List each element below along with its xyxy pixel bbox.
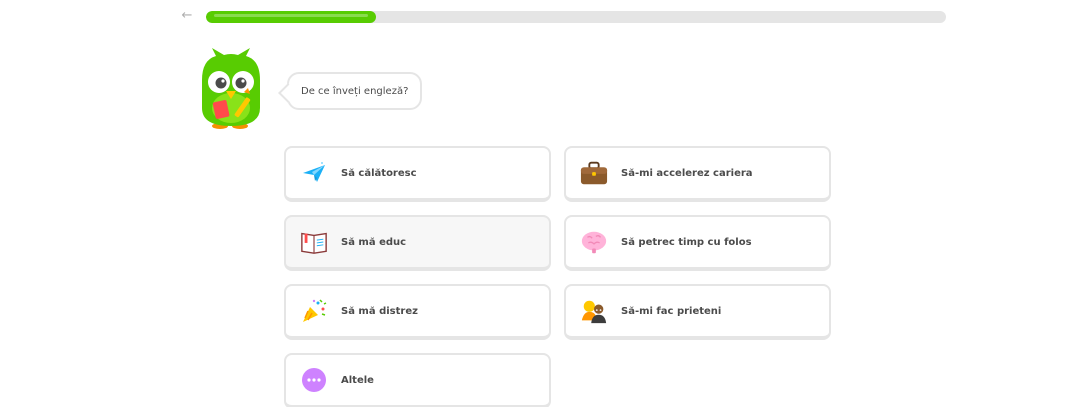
option-fun[interactable]: Să mă distrez xyxy=(284,284,551,340)
book-icon xyxy=(300,228,328,256)
option-brain[interactable]: Să petrec timp cu folos xyxy=(564,215,831,271)
option-label: Să mă educ xyxy=(341,236,407,248)
option-career[interactable]: Să-mi accelerez cariera xyxy=(564,146,831,202)
answer-options: Să călătoresc Să-mi accelerez cariera Să… xyxy=(284,146,832,407)
speech-bubble: De ce înveți engleză? xyxy=(287,72,423,110)
airplane-icon xyxy=(300,159,328,187)
friends-icon xyxy=(580,297,608,325)
briefcase-icon xyxy=(580,159,608,187)
option-education[interactable]: Să mă educ xyxy=(284,215,551,271)
option-label: Să-mi accelerez cariera xyxy=(621,167,753,179)
option-label: Să mă distrez xyxy=(341,305,418,317)
option-other[interactable]: Altele xyxy=(284,353,551,407)
more-icon xyxy=(300,366,328,394)
progress-fill xyxy=(206,11,377,23)
option-label: Să petrec timp cu folos xyxy=(621,236,752,248)
arrow-left-icon: ← xyxy=(181,8,193,23)
option-travel[interactable]: Să călătoresc xyxy=(284,146,551,202)
progress-bar xyxy=(206,11,946,23)
option-label: Altele xyxy=(341,374,374,386)
party-popper-icon xyxy=(300,297,328,325)
owl-mascot-icon xyxy=(192,46,270,130)
brain-icon xyxy=(580,228,608,256)
question-text: De ce înveți engleză? xyxy=(301,85,409,97)
option-friends[interactable]: Să-mi fac prieteni xyxy=(564,284,831,340)
option-label: Să-mi fac prieteni xyxy=(621,305,722,317)
option-label: Să călătoresc xyxy=(341,167,417,179)
back-button[interactable]: ← xyxy=(179,8,195,24)
